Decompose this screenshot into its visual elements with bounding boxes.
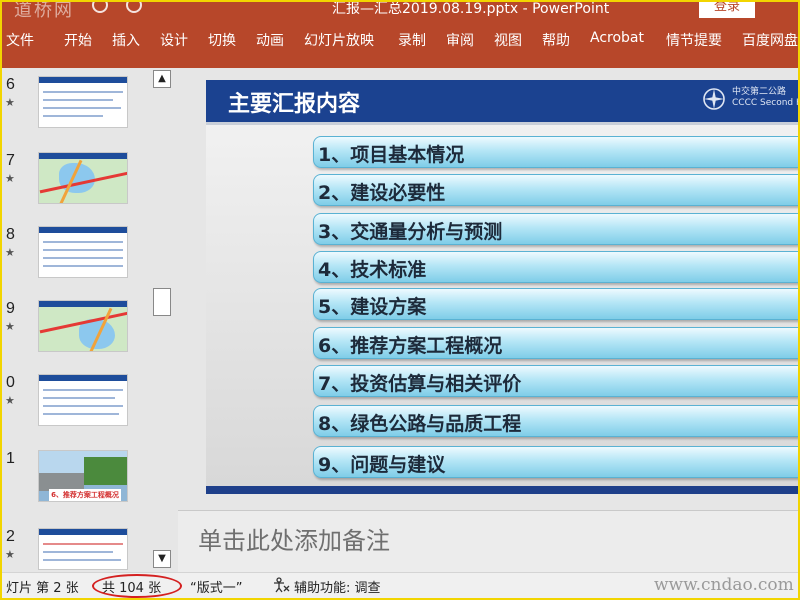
agenda-item[interactable]: 4、技术标准 bbox=[313, 251, 798, 283]
thumbnail-number: 7 bbox=[6, 152, 15, 169]
thumbnail-number: 1 bbox=[6, 450, 15, 467]
title-bar: 道桥网 汇报—汇总2019.08.19.pptx - PowerPoint 登录 bbox=[2, 0, 798, 21]
quick-access-icon[interactable] bbox=[92, 2, 108, 13]
tab-review[interactable]: 审阅 bbox=[446, 30, 474, 50]
thumbnail-scrollbar[interactable]: ▲ ▼ bbox=[152, 68, 172, 572]
animation-star-icon: ★ bbox=[5, 96, 15, 109]
site-watermark: www.cndao.com bbox=[654, 575, 794, 595]
agenda-item-text: 8、绿色公路与品质工程 bbox=[318, 413, 522, 435]
thumbnail-number: 6 bbox=[6, 76, 15, 93]
agenda-item[interactable]: 3、交通量分析与预测 bbox=[313, 213, 798, 245]
slide-indicator[interactable]: 灯片 第 2 张 bbox=[6, 577, 79, 596]
scroll-up-button[interactable]: ▲ bbox=[153, 70, 171, 88]
animation-star-icon: ★ bbox=[5, 246, 15, 259]
tab-design[interactable]: 设计 bbox=[160, 30, 188, 50]
thumbnail-number: 2 bbox=[6, 528, 15, 545]
agenda-item[interactable]: 5、建设方案 bbox=[313, 288, 798, 320]
tab-slideshow[interactable]: 幻灯片放映 bbox=[304, 30, 374, 50]
accessibility-icon[interactable] bbox=[272, 577, 290, 593]
scroll-down-button[interactable]: ▼ bbox=[153, 550, 171, 568]
tab-home[interactable]: 开始 bbox=[64, 30, 92, 50]
company-name-cn: 中交第二公路 bbox=[732, 87, 787, 97]
ribbon-tabs: 文件 开始 插入 设计 切换 动画 幻灯片放映 录制 审阅 视图 帮助 Acro… bbox=[2, 20, 798, 68]
agenda-item-text: 1、项目基本情况 bbox=[318, 144, 465, 166]
tab-storyboard[interactable]: 情节提要 bbox=[666, 30, 722, 50]
scroll-thumb[interactable] bbox=[153, 288, 171, 316]
agenda-item-text: 2、建设必要性 bbox=[318, 182, 446, 204]
tab-insert[interactable]: 插入 bbox=[112, 30, 140, 50]
thumbnail-number: 0 bbox=[6, 374, 15, 391]
slide-thumbnail[interactable]: 6、推荐方案工程概况 bbox=[38, 450, 128, 502]
thumbnail-number: 9 bbox=[6, 300, 15, 317]
accessibility-status[interactable]: 辅助功能: 调查 bbox=[294, 577, 381, 596]
agenda-item-text: 3、交通量分析与预测 bbox=[318, 221, 503, 243]
company-name: 中交第二公路 CCCC Second H bbox=[732, 87, 800, 109]
powerpoint-window: 道桥网 汇报—汇总2019.08.19.pptx - PowerPoint 登录… bbox=[0, 0, 800, 600]
notes-pane[interactable]: 单击此处添加备注 bbox=[178, 510, 798, 572]
animation-star-icon: ★ bbox=[5, 320, 15, 333]
layout-name: “版式一” bbox=[190, 581, 243, 596]
slide-thumbnail[interactable] bbox=[38, 226, 128, 278]
current-slide[interactable]: 主要汇报内容 中交第二公路 CCCC Second H 1、项目基本情况 2、建… bbox=[206, 80, 800, 494]
agenda-item-text: 7、投资估算与相关评价 bbox=[318, 373, 522, 395]
agenda-item[interactable]: 2、建设必要性 bbox=[313, 174, 798, 206]
agenda-item-text: 6、推荐方案工程概况 bbox=[318, 335, 503, 357]
agenda-item[interactable]: 1、项目基本情况 bbox=[313, 136, 798, 168]
agenda-item[interactable]: 8、绿色公路与品质工程 bbox=[313, 405, 798, 437]
thumbnail-caption: 6、推荐方案工程概况 bbox=[49, 489, 121, 501]
animation-star-icon: ★ bbox=[5, 172, 15, 185]
tab-view[interactable]: 视图 bbox=[494, 30, 522, 50]
red-highlight-ring bbox=[92, 574, 182, 598]
tab-record[interactable]: 录制 bbox=[398, 30, 426, 50]
slide-thumbnail[interactable] bbox=[38, 300, 128, 352]
watermark-logo: 道桥网 bbox=[14, 0, 74, 21]
document-title: 汇报—汇总2019.08.19.pptx - PowerPoint bbox=[332, 1, 610, 17]
slide-thumbnail-pane: 6 ★ 7 ★ 8 ★ 9 ★ 0 ★ 1 6、推荐方案工程概况 2 ★ bbox=[2, 68, 174, 572]
slide-thumbnail[interactable] bbox=[38, 528, 128, 570]
tab-file[interactable]: 文件 bbox=[6, 30, 34, 50]
quick-access-icon[interactable] bbox=[126, 2, 142, 13]
animation-star-icon: ★ bbox=[5, 548, 15, 561]
animation-star-icon: ★ bbox=[5, 394, 15, 407]
slide-editing-area: 主要汇报内容 中交第二公路 CCCC Second H 1、项目基本情况 2、建… bbox=[178, 68, 798, 506]
slide-thumbnail[interactable] bbox=[38, 152, 128, 204]
agenda-item[interactable]: 9、问题与建议 bbox=[313, 446, 798, 478]
slide-title[interactable]: 主要汇报内容 bbox=[228, 86, 360, 118]
tab-transitions[interactable]: 切换 bbox=[208, 30, 236, 50]
tab-animations[interactable]: 动画 bbox=[256, 30, 284, 50]
slide-thumbnail[interactable] bbox=[38, 374, 128, 426]
company-name-en: CCCC Second H bbox=[732, 98, 800, 108]
agenda-item-text: 9、问题与建议 bbox=[318, 454, 446, 476]
agenda-item[interactable]: 7、投资估算与相关评价 bbox=[313, 365, 798, 397]
tab-help[interactable]: 帮助 bbox=[542, 30, 570, 50]
company-logo-icon bbox=[703, 88, 725, 110]
notes-placeholder[interactable]: 单击此处添加备注 bbox=[198, 521, 390, 556]
agenda-item-text: 5、建设方案 bbox=[318, 296, 427, 318]
slide-thumbnail[interactable] bbox=[38, 76, 128, 128]
thumbnail-number: 8 bbox=[6, 226, 15, 243]
header-divider bbox=[206, 122, 798, 125]
agenda-item[interactable]: 6、推荐方案工程概况 bbox=[313, 327, 798, 359]
login-button[interactable]: 登录 bbox=[699, 2, 755, 18]
slide-header-bar: 主要汇报内容 中交第二公路 CCCC Second H bbox=[206, 80, 800, 122]
agenda-item-text: 4、技术标准 bbox=[318, 259, 427, 281]
tab-baidu-netdisk[interactable]: 百度网盘 bbox=[742, 30, 798, 50]
tab-acrobat[interactable]: Acrobat bbox=[590, 30, 644, 46]
status-bar: 灯片 第 2 张 共 104 张 “版式一” 辅助功能: 调查 www.cnda… bbox=[2, 572, 798, 598]
